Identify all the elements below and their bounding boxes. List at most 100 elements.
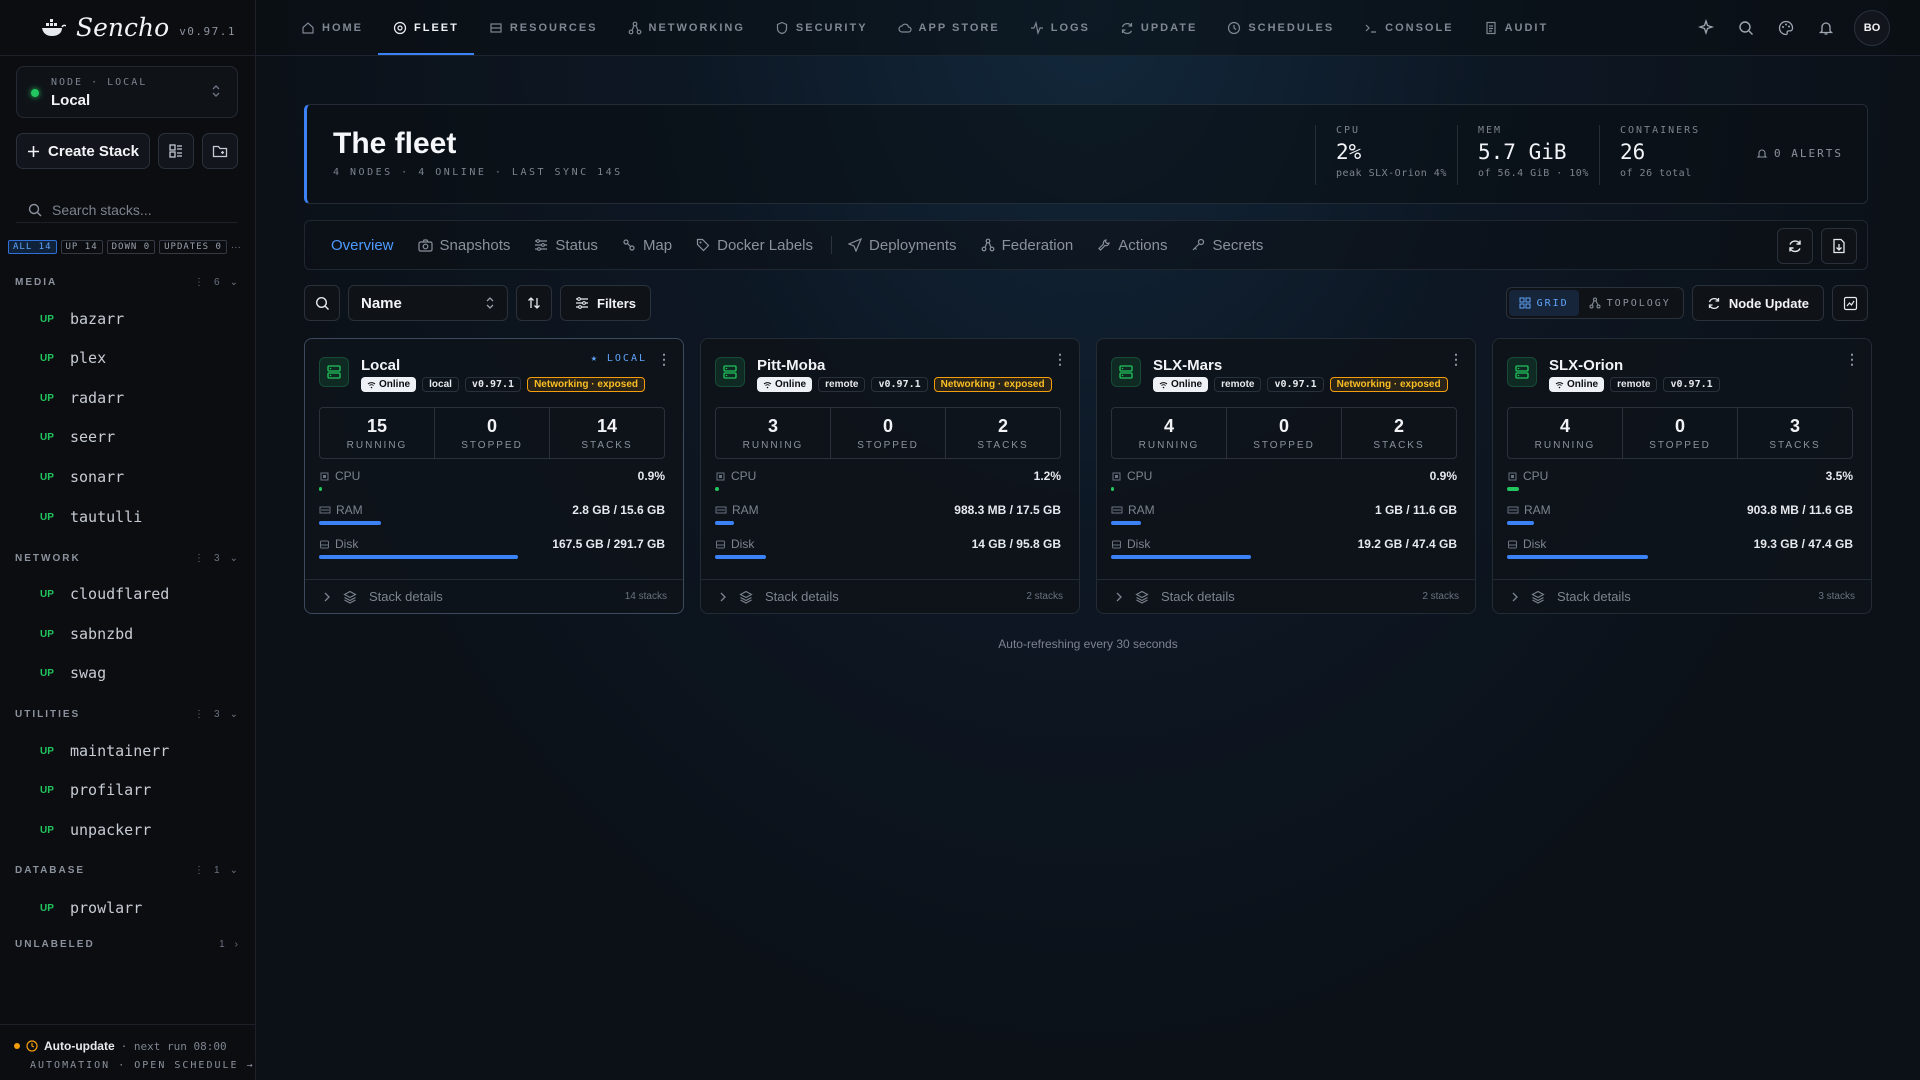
- tab-snapshots[interactable]: Snapshots: [417, 237, 510, 254]
- tab-overview[interactable]: Overview: [331, 237, 394, 254]
- group-header-utilities[interactable]: UTILITIES ⋮ 3 ⌄: [15, 709, 240, 720]
- nav-logs[interactable]: LOGS: [1015, 0, 1105, 55]
- filter-up[interactable]: UP 14: [60, 240, 103, 254]
- brand: Sencho v0.97.1: [0, 0, 255, 56]
- tab-secrets[interactable]: Secrets: [1191, 237, 1263, 254]
- node-selector-value: Local: [51, 92, 91, 109]
- view-grid-button[interactable]: GRID: [1508, 290, 1579, 316]
- stack-item-swag[interactable]: UP swag: [40, 659, 240, 687]
- count-label: RUNNING: [346, 439, 408, 451]
- stack-item-tautulli[interactable]: UP tautulli: [40, 503, 240, 531]
- sort-direction-button[interactable]: [516, 285, 552, 321]
- stack-name: bazarr: [70, 310, 125, 328]
- view-topology-button[interactable]: TOPOLOGY: [1579, 290, 1681, 316]
- user-avatar[interactable]: BO: [1854, 10, 1890, 46]
- nav-label: FLEET: [414, 21, 459, 34]
- wifi-icon: [367, 381, 376, 389]
- stat-value: 2%: [1336, 140, 1362, 164]
- filters-button[interactable]: Filters: [560, 285, 652, 321]
- nav-schedules[interactable]: SCHEDULES: [1212, 0, 1349, 55]
- nav-update[interactable]: UPDATE: [1105, 0, 1212, 55]
- node-update-button[interactable]: Node Update: [1691, 285, 1824, 321]
- palette-icon[interactable]: [1774, 16, 1798, 40]
- refresh-button[interactable]: [1777, 228, 1813, 264]
- count-label: STACKS: [581, 439, 633, 451]
- stack-item-prowlarr[interactable]: UP prowlarr: [40, 894, 240, 922]
- node-menu-kebab-icon[interactable]: ⋮: [1449, 351, 1463, 368]
- stack-item-sonarr[interactable]: UP sonarr: [40, 463, 240, 491]
- stack-details-label: Stack details: [1557, 589, 1631, 604]
- stack-item-seerr[interactable]: UP seerr: [40, 423, 240, 451]
- search-icon[interactable]: [1734, 16, 1758, 40]
- group-header-network[interactable]: NETWORK ⋮ 3 ⌄: [15, 553, 240, 564]
- filter-down[interactable]: DOWN 0: [106, 240, 156, 254]
- kebab-icon[interactable]: ⋮: [194, 709, 206, 720]
- nav-security[interactable]: SECURITY: [760, 0, 883, 55]
- networking-exposed-badge: Networking · exposed: [1329, 377, 1448, 392]
- tab-docker-labels[interactable]: Docker Labels: [696, 237, 813, 254]
- new-folder-button[interactable]: [202, 133, 238, 169]
- nav-resources[interactable]: RESOURCES: [474, 0, 613, 55]
- auto-update-footer[interactable]: Auto-update · next run 08:00 AUTOMATION …: [0, 1024, 256, 1080]
- node-menu-kebab-icon[interactable]: ⋮: [1053, 351, 1067, 368]
- tab-federation[interactable]: Federation: [981, 237, 1073, 254]
- server-icon: [715, 357, 745, 387]
- node-card-slx-orion[interactable]: SLX-Orion ⋮ Online remote v0.97.1 4 RUNNI…: [1492, 338, 1872, 614]
- send-icon: [848, 238, 863, 252]
- filter-more[interactable]: ···: [231, 242, 241, 253]
- stack-item-cloudflared[interactable]: UP cloudflared: [40, 580, 240, 608]
- bell-icon[interactable]: [1814, 16, 1838, 40]
- node-card-pitt-moba[interactable]: Pitt-Moba ⋮ Online remote v0.97.1 Networ…: [700, 338, 1080, 614]
- stack-details-toggle[interactable]: Stack details 14 stacks: [305, 579, 683, 613]
- resource-ram-label: RAM: [319, 503, 363, 517]
- resource-label-text: CPU: [335, 469, 361, 483]
- nav-networking[interactable]: NETWORKING: [613, 0, 760, 55]
- group-header-media[interactable]: MEDIA ⋮ 6 ⌄: [15, 277, 240, 288]
- nav-fleet[interactable]: FLEET: [378, 0, 474, 55]
- stack-item-unpackerr[interactable]: UP unpackerr: [40, 816, 240, 844]
- stack-item-maintainerr[interactable]: UP maintainerr: [40, 737, 240, 765]
- open-schedule-link[interactable]: AUTOMATION · OPEN SCHEDULE →: [30, 1060, 255, 1071]
- tab-deployments[interactable]: Deployments: [848, 237, 957, 254]
- node-card-slx-mars[interactable]: SLX-Mars ⋮ Online remote v0.97.1 Network…: [1096, 338, 1476, 614]
- export-button[interactable]: [1821, 228, 1857, 264]
- search-button[interactable]: [304, 285, 340, 321]
- stack-item-sabnzbd[interactable]: UP sabnzbd: [40, 620, 240, 648]
- nav-audit[interactable]: AUDIT: [1469, 0, 1564, 55]
- grid-view-button[interactable]: [158, 133, 194, 169]
- stack-item-bazarr[interactable]: UP bazarr: [40, 305, 240, 333]
- stack-search-input[interactable]: [52, 201, 232, 218]
- count-stacks: 2 STACKS: [946, 408, 1060, 458]
- kebab-icon[interactable]: ⋮: [194, 865, 206, 876]
- sparkles-icon[interactable]: [1694, 16, 1718, 40]
- nav-home[interactable]: HOME: [286, 0, 378, 55]
- stack-item-plex[interactable]: UP plex: [40, 344, 240, 372]
- stack-item-profilarr[interactable]: UP profilarr: [40, 776, 240, 804]
- tab-status[interactable]: Status: [534, 237, 598, 254]
- create-stack-button[interactable]: Create Stack: [16, 133, 150, 169]
- node-type-badge: remote: [818, 377, 866, 392]
- stack-details-toggle[interactable]: Stack details 2 stacks: [1097, 579, 1475, 613]
- kebab-icon[interactable]: ⋮: [194, 277, 206, 288]
- nav-app-store[interactable]: APP STORE: [883, 0, 1015, 55]
- filter-all[interactable]: ALL 14: [8, 240, 57, 254]
- node-menu-kebab-icon[interactable]: ⋮: [657, 351, 671, 368]
- kebab-icon[interactable]: ⋮: [194, 553, 206, 564]
- filter-updates[interactable]: UPDATES 0: [159, 240, 227, 254]
- group-header-database[interactable]: DATABASE ⋮ 1 ⌄: [15, 865, 240, 876]
- node-selector[interactable]: NODE · LOCAL Local: [16, 66, 238, 118]
- group-header-unlabeled[interactable]: UNLABELED 1 ›: [15, 939, 240, 950]
- node-card-local[interactable]: Local ★ LOCAL ⋮ Online local v0.97.1 Net…: [304, 338, 684, 614]
- tab-map[interactable]: Map: [622, 237, 672, 254]
- stack-details-toggle[interactable]: Stack details 2 stacks: [701, 579, 1079, 613]
- alerts-indicator[interactable]: 0 ALERTS: [1756, 147, 1843, 160]
- node-menu-kebab-icon[interactable]: ⋮: [1845, 351, 1859, 368]
- stack-details-toggle[interactable]: Stack details 3 stacks: [1493, 579, 1871, 613]
- nav-console[interactable]: CONSOLE: [1349, 0, 1468, 55]
- tab-actions[interactable]: Actions: [1097, 237, 1167, 254]
- chart-button[interactable]: [1832, 285, 1868, 321]
- stack-item-radarr[interactable]: UP radarr: [40, 384, 240, 412]
- stack-status: UP: [40, 902, 54, 914]
- resource-label-text: RAM: [336, 503, 363, 517]
- sort-select[interactable]: Name: [348, 285, 508, 321]
